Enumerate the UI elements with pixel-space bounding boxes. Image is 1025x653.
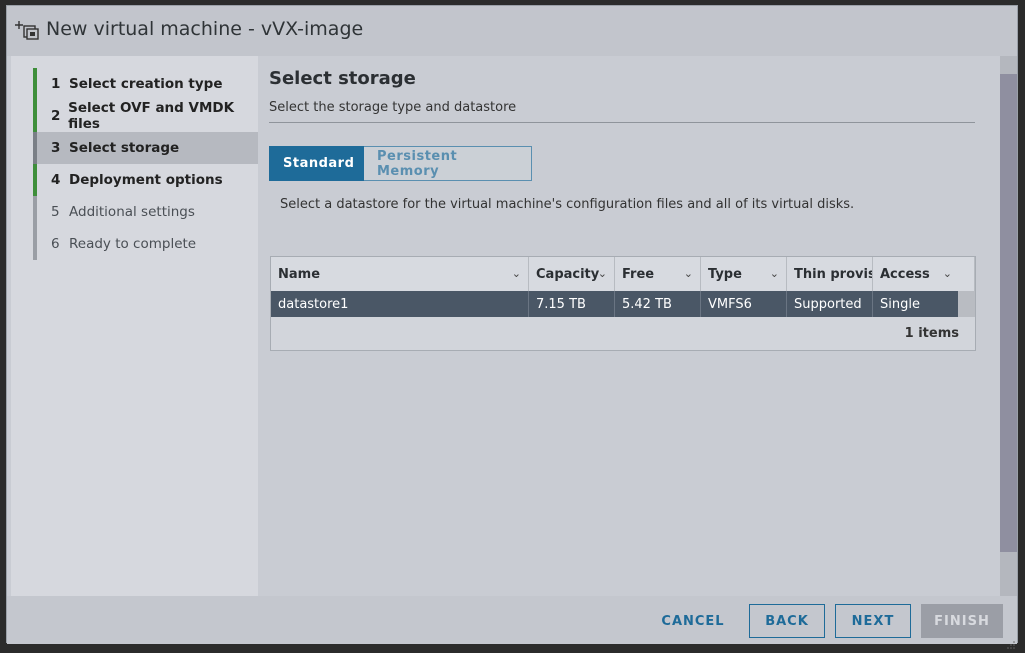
cell-type: VMFS6 bbox=[701, 291, 787, 317]
cell-access: Single bbox=[880, 296, 920, 312]
divider bbox=[269, 122, 975, 123]
add-vm-icon bbox=[15, 19, 39, 41]
cancel-button[interactable]: CANCEL bbox=[651, 604, 735, 638]
step-select-storage[interactable]: 3 Select storage bbox=[33, 132, 261, 164]
cell-free: 5.42 TB bbox=[615, 291, 701, 317]
chevron-down-icon[interactable]: ⌄ bbox=[512, 267, 521, 280]
dialog-footer: CANCEL BACK NEXT FINISH bbox=[7, 596, 1017, 649]
finish-button[interactable]: FINISH bbox=[921, 604, 1003, 638]
column-header-capacity[interactable]: Capacity ⌄ bbox=[529, 257, 615, 291]
step-select-ovf-vmdk[interactable]: 2 Select OVF and VMDK files bbox=[33, 100, 261, 132]
persistent-memory-tab[interactable]: Persistent Memory bbox=[364, 146, 532, 181]
scrollbar-thumb[interactable] bbox=[1000, 74, 1017, 552]
step-ready-to-complete[interactable]: 6 Ready to complete bbox=[33, 228, 261, 260]
step-additional-settings[interactable]: 5 Additional settings bbox=[33, 196, 261, 228]
step-label: Ready to complete bbox=[69, 236, 197, 252]
vertical-scrollbar[interactable] bbox=[1000, 56, 1017, 596]
column-header-thin-provisioning[interactable]: Thin provisio bbox=[787, 257, 873, 291]
item-count: 1 items bbox=[904, 326, 959, 341]
page-subtitle: Select the storage type and datastore bbox=[269, 100, 517, 115]
cell-name: datastore1 bbox=[271, 291, 529, 317]
step-label: Select OVF and VMDK files bbox=[68, 100, 235, 132]
column-header-type[interactable]: Type ⌄ bbox=[701, 257, 787, 291]
window-title: New virtual machine - vVX-image bbox=[46, 18, 364, 40]
table-row[interactable]: datastore1 7.15 TB 5.42 TB VMFS6 Support… bbox=[271, 291, 958, 317]
step-label: Select creation type bbox=[69, 76, 223, 92]
main-content: Select storage Select the storage type a… bbox=[258, 56, 998, 596]
step-label: Additional settings bbox=[69, 204, 195, 220]
column-header-name[interactable]: Name ⌄ bbox=[271, 257, 529, 291]
datastore-table: Name ⌄ Capacity ⌄ Free ⌄ Type ⌄ Thin pro… bbox=[270, 256, 976, 351]
column-header-free[interactable]: Free ⌄ bbox=[615, 257, 701, 291]
resize-grip-icon[interactable] bbox=[1007, 634, 1015, 649]
column-header-access[interactable]: Access ⌄ bbox=[873, 257, 975, 291]
table-scrollbar[interactable] bbox=[958, 291, 975, 317]
storage-type-toggle: Standard Persistent Memory bbox=[269, 146, 532, 181]
table-header: Name ⌄ Capacity ⌄ Free ⌄ Type ⌄ Thin pro… bbox=[271, 257, 975, 292]
chevron-down-icon[interactable]: ⌄ bbox=[943, 267, 952, 280]
cell-thin-provisioning: Supported bbox=[787, 291, 873, 317]
title-bar: New virtual machine - vVX-image bbox=[7, 6, 1017, 56]
step-label: Deployment options bbox=[69, 172, 223, 188]
back-button[interactable]: BACK bbox=[749, 604, 825, 638]
standard-tab[interactable]: Standard bbox=[269, 146, 364, 181]
step-deployment-options[interactable]: 4 Deployment options bbox=[33, 164, 261, 196]
wizard-steps-sidebar: 1 Select creation type 2 Select OVF and … bbox=[11, 56, 261, 596]
next-button[interactable]: NEXT bbox=[835, 604, 911, 638]
new-vm-dialog: New virtual machine - vVX-image 1 Select… bbox=[6, 5, 1018, 649]
chevron-down-icon[interactable]: ⌄ bbox=[598, 267, 607, 280]
cell-capacity: 7.15 TB bbox=[529, 291, 615, 317]
step-label: Select storage bbox=[69, 140, 180, 156]
chevron-down-icon[interactable]: ⌄ bbox=[770, 267, 779, 280]
datastore-description: Select a datastore for the virtual machi… bbox=[280, 197, 855, 212]
page-title: Select storage bbox=[269, 68, 416, 89]
step-select-creation-type[interactable]: 1 Select creation type bbox=[33, 68, 261, 100]
chevron-down-icon[interactable]: ⌄ bbox=[684, 267, 693, 280]
